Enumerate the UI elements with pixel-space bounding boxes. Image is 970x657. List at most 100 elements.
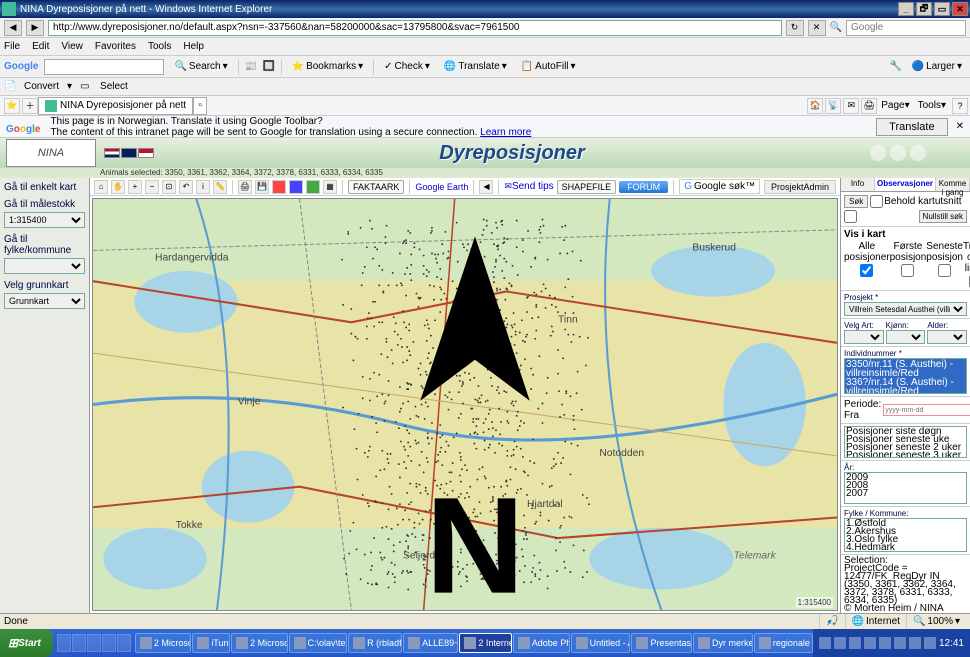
chk-seneste[interactable] xyxy=(938,264,951,277)
chk-forste[interactable] xyxy=(901,264,914,277)
refresh-button[interactable]: ↻ xyxy=(786,20,804,36)
popup-icon[interactable]: 🔲 xyxy=(263,61,275,73)
select-button[interactable]: Select xyxy=(100,81,128,92)
tray-icon[interactable] xyxy=(879,637,891,649)
forward-button[interactable]: ▶ xyxy=(26,20,44,36)
task-button[interactable]: Dyr merket p... xyxy=(693,633,753,653)
ql-outlook-icon[interactable] xyxy=(87,634,101,652)
extra-checkbox[interactable] xyxy=(844,210,857,223)
layers-icon[interactable]: ▦ xyxy=(323,180,337,194)
prosjektadmin-button[interactable]: ProsjektAdmin xyxy=(764,180,836,194)
task-button[interactable]: regionale lev... xyxy=(754,633,813,653)
tab-observasjoner[interactable]: Observasjoner xyxy=(875,178,936,191)
behold-checkbox[interactable]: Behold kartutsnitt xyxy=(870,195,961,208)
page-menu[interactable]: Page▾ xyxy=(877,100,913,111)
translate-close-icon[interactable]: ✕ xyxy=(956,121,964,132)
tools-menu[interactable]: Tools▾ xyxy=(914,100,950,111)
sok-button[interactable]: Søk xyxy=(844,195,868,208)
tray-icon[interactable] xyxy=(894,637,906,649)
map-home-icon[interactable]: ⌂ xyxy=(94,180,108,194)
task-button[interactable]: 2 Microsoft ... xyxy=(135,633,191,653)
menu-view[interactable]: View xyxy=(61,41,83,52)
status-zoom[interactable]: 🔍 100% ▾ xyxy=(906,614,966,629)
prosjekt-select[interactable]: Villrein Setesdal Austhei (villrein) xyxy=(844,302,967,316)
basemap-select[interactable]: Grunnkart xyxy=(4,293,85,309)
check-button[interactable]: ✓Check▾ xyxy=(380,60,434,73)
ql-media-icon[interactable] xyxy=(117,634,131,652)
menu-help[interactable]: Help xyxy=(183,41,204,52)
zoomout-icon[interactable]: − xyxy=(145,180,159,194)
menu-edit[interactable]: Edit xyxy=(32,41,49,52)
flag-no[interactable] xyxy=(104,148,120,158)
kjonn-select[interactable] xyxy=(886,330,926,344)
news-icon[interactable]: 📰 xyxy=(245,61,257,73)
menu-favorites[interactable]: Favorites xyxy=(95,41,136,52)
google-search-button-map[interactable]: G Google søk™ xyxy=(679,179,760,194)
art-select[interactable] xyxy=(844,330,884,344)
home-icon[interactable]: 🏠 xyxy=(807,98,823,114)
clock[interactable]: 12:41 xyxy=(939,638,964,649)
extent-icon[interactable]: ⊡ xyxy=(162,180,176,194)
layer-blue-icon[interactable] xyxy=(289,180,303,194)
google-search-input[interactable] xyxy=(44,59,164,75)
zoomin-icon[interactable]: + xyxy=(128,180,142,194)
tab-info[interactable]: Info xyxy=(841,178,875,191)
convert-button[interactable]: Convert xyxy=(24,81,59,92)
translate-button[interactable]: 🌐Translate▾ xyxy=(440,60,511,73)
new-tab-button[interactable]: ▫ xyxy=(193,97,207,115)
individ-list[interactable]: 3350/nr.11 (S. Austhei) -villreinsimle/R… xyxy=(844,358,967,394)
sendtips-link[interactable]: ✉Send tips xyxy=(504,181,553,192)
export-icon[interactable]: 💾 xyxy=(255,180,269,194)
menu-tools[interactable]: Tools xyxy=(148,41,171,52)
print-icon[interactable]: 🖨 xyxy=(861,98,877,114)
ql-desktop-icon[interactable] xyxy=(57,634,71,652)
url-input[interactable] xyxy=(48,20,782,36)
flag-uk[interactable] xyxy=(121,148,137,158)
tray-icon[interactable] xyxy=(909,637,921,649)
scale-select[interactable]: 1:315400 xyxy=(4,212,85,228)
prev-extent-icon[interactable]: ↶ xyxy=(179,180,193,194)
help-icon[interactable]: ? xyxy=(952,98,968,114)
ql-ie-icon[interactable] xyxy=(72,634,86,652)
maximize-button[interactable]: ▭ xyxy=(934,2,950,16)
shapefile-button[interactable]: SHAPEFILE xyxy=(557,180,617,194)
tray-icon[interactable] xyxy=(924,637,936,649)
minimize-button[interactable]: _ xyxy=(898,2,914,16)
favorites-star-icon[interactable]: ⭐ xyxy=(4,98,20,114)
google-search-button[interactable]: 🔍Search▾ xyxy=(170,60,231,73)
nullstill-button[interactable]: Nullstill søk xyxy=(919,210,967,223)
larger-button[interactable]: 🔵Larger▾ xyxy=(908,60,966,73)
task-button[interactable]: iTunes xyxy=(192,633,230,653)
task-button[interactable]: Presentasjon... xyxy=(631,633,692,653)
back-arrow-icon[interactable]: ◀ xyxy=(479,180,493,194)
task-button[interactable]: Untitled - Arc... xyxy=(571,633,631,653)
alder-select[interactable] xyxy=(927,330,967,344)
menu-file[interactable]: File xyxy=(4,41,20,52)
faktaark-button[interactable]: FAKTAARK xyxy=(348,180,404,194)
ql-explorer-icon[interactable] xyxy=(102,634,116,652)
wrench-icon[interactable]: 🔧 xyxy=(890,61,902,73)
map-print-icon[interactable]: 🖨 xyxy=(238,180,252,194)
forum-button[interactable]: FORUM xyxy=(619,181,668,193)
fylke-list[interactable]: 1.Østfold 2.Akershus 3.Oslo fylke 4.Hedm… xyxy=(844,518,967,552)
add-favorite-icon[interactable]: ＋ xyxy=(22,98,38,114)
start-button[interactable]: ⊞ Start xyxy=(0,629,53,657)
nina-logo[interactable]: NINA xyxy=(6,139,96,167)
bookmarks-button[interactable]: ⭐Bookmarks▾ xyxy=(288,60,368,73)
date-from-input[interactable] xyxy=(883,404,970,416)
layer-green-icon[interactable] xyxy=(306,180,320,194)
identify-icon[interactable]: i xyxy=(196,180,210,194)
tray-icon[interactable] xyxy=(864,637,876,649)
browser-search-input[interactable] xyxy=(846,20,966,36)
tray-icon[interactable] xyxy=(819,637,831,649)
task-button[interactable]: C:\olav\tekst... xyxy=(289,633,348,653)
year-list[interactable]: 2009 2008 2007 xyxy=(844,472,967,504)
layer-red-icon[interactable] xyxy=(272,180,286,194)
back-button[interactable]: ◀ xyxy=(4,20,22,36)
restore-button[interactable]: 🗗 xyxy=(916,2,932,16)
flag-en[interactable] xyxy=(138,148,154,158)
task-button[interactable]: Adobe Phot... xyxy=(513,633,570,653)
task-button[interactable]: ALLE89~1 ... xyxy=(403,633,458,653)
task-button[interactable]: 2 Microsoft ... xyxy=(231,633,287,653)
mail-icon[interactable]: ✉ xyxy=(843,98,859,114)
